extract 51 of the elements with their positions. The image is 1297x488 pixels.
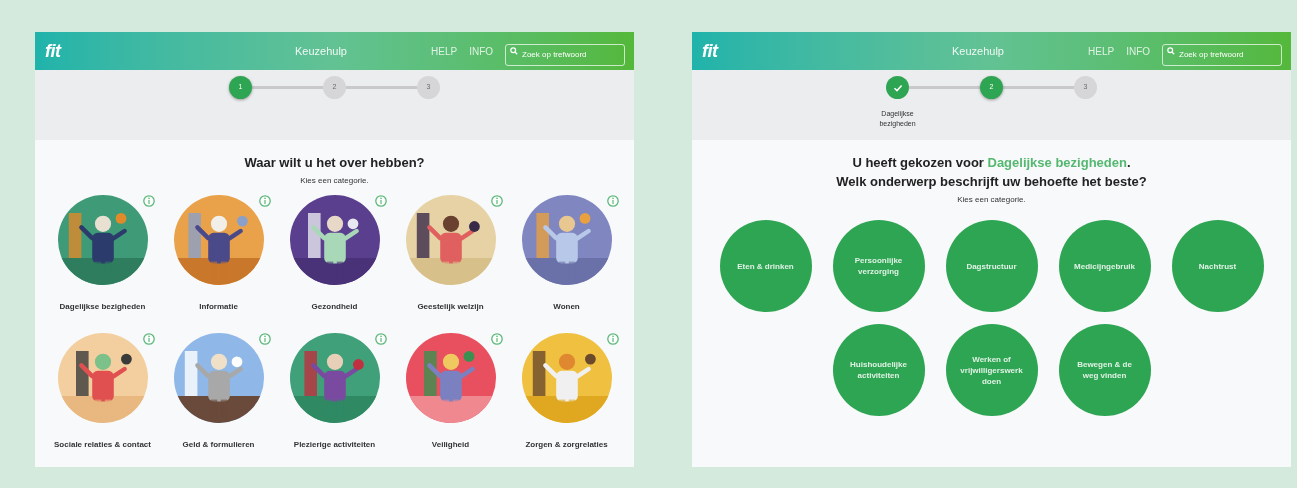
category-card[interactable]: Plezierige activiteiten xyxy=(276,333,393,451)
search-icon xyxy=(510,47,518,55)
info-icon[interactable] xyxy=(142,333,155,345)
search-field[interactable]: Zoek op trefwoord xyxy=(505,43,625,66)
nav-link[interactable]: HELP xyxy=(1088,43,1115,59)
topic-button[interactable]: Persoonlijke verzorging xyxy=(832,220,925,312)
step-connector xyxy=(346,86,417,89)
topic-button[interactable]: Nachtrust xyxy=(1171,220,1264,312)
page-title: Keuzehulp xyxy=(952,43,1005,59)
step-indicator[interactable] xyxy=(886,76,909,99)
category-card[interactable]: Dagelijkse bezigheden xyxy=(44,195,161,313)
page-title: Keuzehulp xyxy=(295,43,348,59)
info-icon[interactable] xyxy=(490,333,503,345)
topic-button[interactable]: Medicijngebruik xyxy=(1058,220,1151,312)
nav-link[interactable]: INFO xyxy=(1126,43,1150,59)
question: Welk onderwerp beschrijft uw behoefte het beste? xyxy=(836,173,1147,191)
category-card[interactable]: Sociale relaties & contact xyxy=(44,333,161,451)
category-card[interactable]: Geld & formulieren xyxy=(160,333,277,451)
topic-button[interactable]: Dagstructuur xyxy=(945,220,1038,312)
topic-button[interactable]: Eten & drinken xyxy=(719,220,812,312)
info-icon[interactable] xyxy=(606,195,619,207)
info-icon[interactable] xyxy=(606,333,619,345)
step-connector xyxy=(909,86,980,89)
logo[interactable]: fit xyxy=(45,37,295,65)
nav-link[interactable]: HELP xyxy=(431,43,458,59)
subtitle: Kies een categorie. xyxy=(957,194,1026,206)
heading: U heeft gekozen voor Dagelijkse bezigheden. xyxy=(852,154,1131,172)
info-icon[interactable] xyxy=(142,195,155,207)
info-icon[interactable] xyxy=(374,333,387,345)
nav-link[interactable]: INFO xyxy=(469,43,493,59)
category-card[interactable]: Geestelijk welzijn xyxy=(392,195,509,313)
category-card[interactable]: Gezondheid xyxy=(276,195,393,313)
logo[interactable]: fit xyxy=(702,37,952,65)
category-card[interactable]: Veiligheid xyxy=(392,333,509,451)
subtitle: Kies een categorie. xyxy=(300,175,369,187)
topic-button[interactable]: Werken of vrijwilligerswerk doen xyxy=(945,324,1038,416)
search-icon xyxy=(1167,47,1175,55)
info-icon[interactable] xyxy=(374,195,387,207)
step-connector xyxy=(252,86,323,89)
category-card[interactable]: Zorgen & zorgrelaties xyxy=(508,333,625,451)
heading: Waar wilt u het over hebben? xyxy=(244,154,425,172)
check-icon xyxy=(892,82,903,93)
step-connector xyxy=(1003,86,1074,89)
topic-button[interactable]: Bewegen & de weg vinden xyxy=(1058,324,1151,416)
category-card[interactable]: Informatie xyxy=(160,195,277,313)
info-icon[interactable] xyxy=(258,195,271,207)
search-field[interactable]: Zoek op trefwoord xyxy=(1162,43,1282,66)
info-icon[interactable] xyxy=(258,333,271,345)
info-icon[interactable] xyxy=(490,195,503,207)
topic-button[interactable]: Huishoudelijke activiteiten xyxy=(832,324,925,416)
category-card[interactable]: Wonen xyxy=(508,195,625,313)
